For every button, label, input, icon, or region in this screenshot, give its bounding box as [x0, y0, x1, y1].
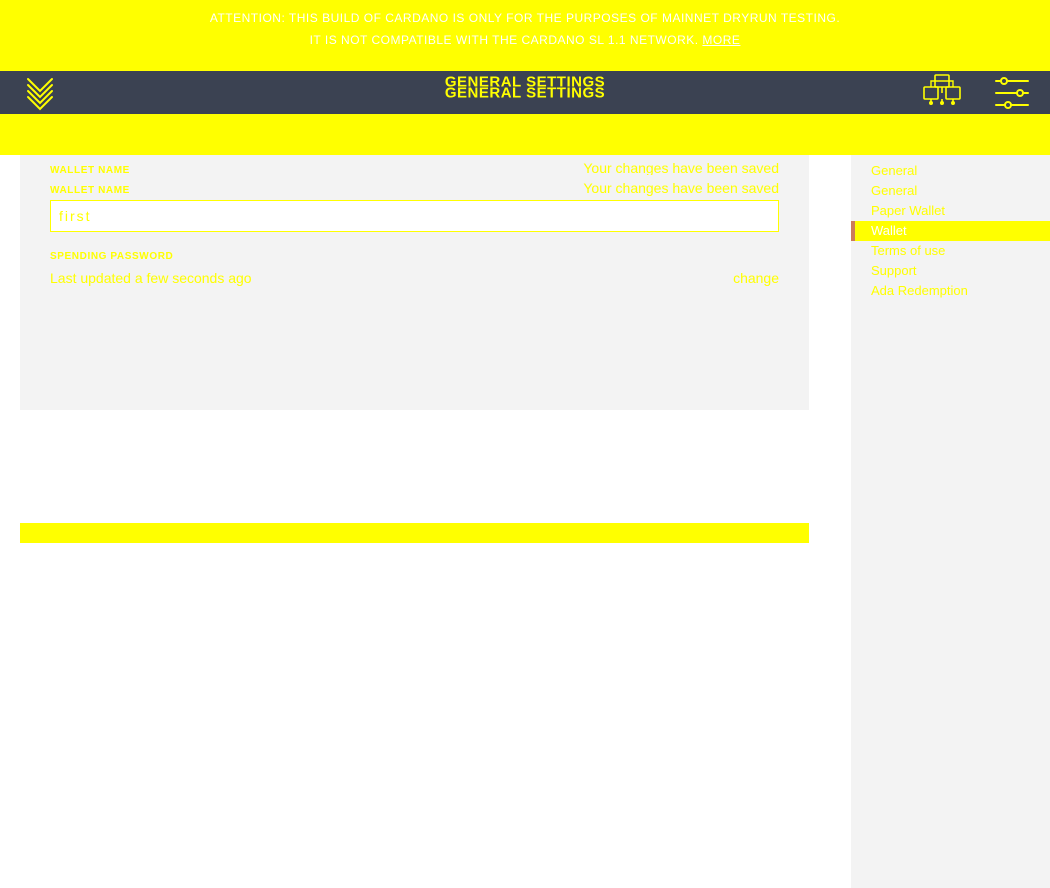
header-right	[920, 71, 1032, 114]
wallet-name-input[interactable]	[50, 200, 779, 232]
cardano-logo-icon	[20, 73, 60, 113]
sidebar-item-support[interactable]: Support	[851, 261, 1050, 281]
settings-layer: WALLET NAME Your changes have been saved…	[20, 175, 809, 410]
sidebar-item-ada[interactable]: Ada Redemption	[851, 281, 1050, 301]
header-title: GENERAL SETTINGS	[445, 84, 605, 101]
spending-password-updated: Last updated a few seconds ago	[50, 270, 252, 286]
content: WALLET NAME Your changes have been saved…	[0, 155, 1050, 888]
testnet-notice-banner: ATTENTION: THIS BUILD OF CARDANO IS ONLY…	[0, 0, 1050, 71]
settings-sliders-icon[interactable]	[992, 73, 1032, 113]
main-panel: WALLET NAME Your changes have been saved…	[0, 155, 851, 888]
notice-line-2: IT IS NOT COMPATIBLE WITH THE CARDANO SL…	[0, 30, 1050, 52]
yellow-strip	[0, 114, 1050, 155]
wallet-name-saved-status: Your changes have been saved	[583, 160, 779, 176]
notice-line-1: ATTENTION: THIS BUILD OF CARDANO IS ONLY…	[0, 8, 1050, 30]
sidebar-item-paper-wallet[interactable]: Paper Wallet	[851, 201, 1050, 221]
spending-password-row: Last updated a few seconds ago change	[50, 264, 779, 286]
sidebar-item-terms[interactable]: Terms of use	[851, 241, 1050, 261]
header-left	[20, 71, 60, 114]
bottom-yellow-bar	[20, 523, 809, 543]
top-header: GENERAL SETTINGS GENERAL SETTINGS	[0, 71, 1050, 114]
spending-password-label: SPENDING PASSWORD	[50, 251, 173, 262]
sidebar-item-wallet[interactable]: Wallet	[851, 221, 1050, 241]
sidebar-item-general[interactable]: General	[851, 181, 1050, 201]
notice-more-link[interactable]: MORE	[702, 33, 740, 47]
wallet-name-saved-status: Your changes have been saved	[583, 180, 779, 196]
settings-sidebar: GeneralPaper WalletWalletTerms of useSup…	[851, 155, 1050, 888]
change-password-link[interactable]: change	[733, 270, 779, 286]
sidebar-item-general[interactable]: General	[851, 161, 1050, 181]
node-status-icon[interactable]	[920, 73, 964, 113]
wallet-name-label: WALLET NAME	[50, 185, 130, 196]
